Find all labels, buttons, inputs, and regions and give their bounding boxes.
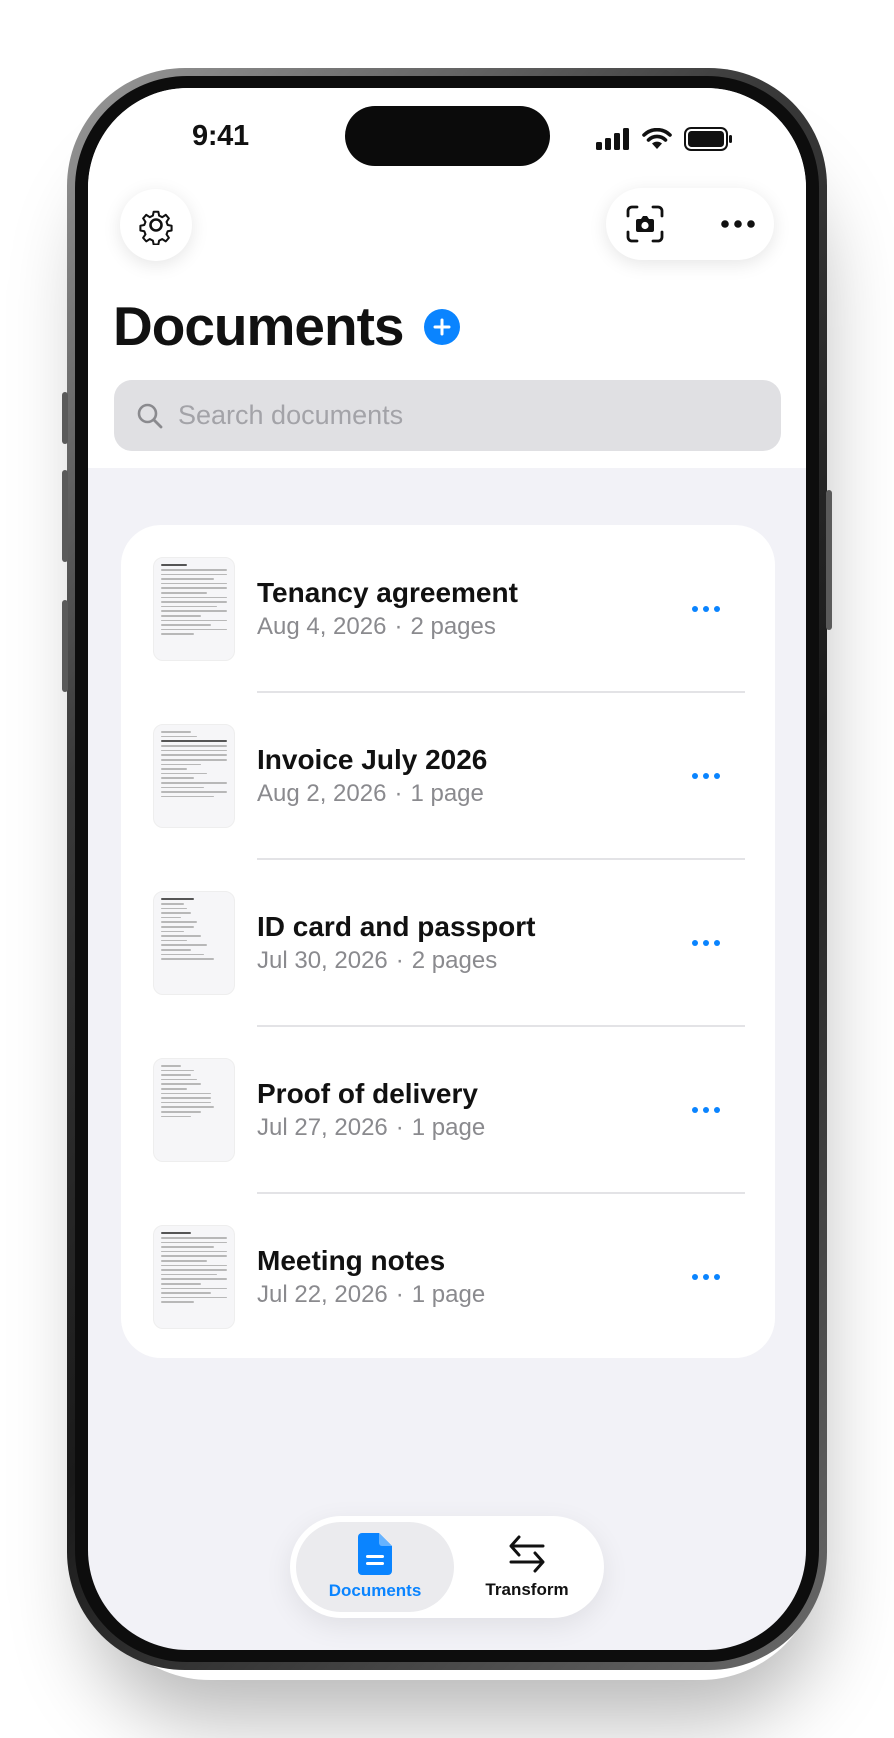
wifi-icon: [642, 128, 672, 149]
document-list: Tenancy agreement Aug 4, 2026 · 2 pages In…: [121, 525, 775, 1358]
power-button: [826, 490, 832, 630]
tab-documents-label: Documents: [328, 1581, 422, 1600]
search-placeholder: Search documents: [178, 400, 404, 430]
document-title: Invoice July 2026: [257, 744, 488, 775]
document-thumbnail: [153, 557, 235, 661]
document-thumbnail: [153, 724, 235, 828]
settings-button[interactable]: [120, 189, 192, 261]
meta-separator: ·: [395, 1114, 404, 1141]
toolbar-actions: [606, 188, 774, 260]
document-thumbnail: [153, 1225, 235, 1329]
camera-scan-icon[interactable]: [626, 205, 664, 243]
battery-icon: [684, 127, 732, 151]
tab-transform[interactable]: Transform: [456, 1522, 598, 1612]
meta-separator: ·: [394, 780, 403, 807]
arrows-left-right-icon: [509, 1535, 545, 1573]
document-title: Tenancy agreement: [257, 577, 518, 608]
document-title: Proof of delivery: [257, 1078, 478, 1109]
document-meta: Jul 30, 2026 · 2 pages: [257, 947, 497, 975]
page-title: Documents: [113, 295, 404, 357]
ellipsis-icon[interactable]: [720, 219, 756, 229]
document-more-button[interactable]: [681, 1092, 731, 1128]
document-more-button[interactable]: [681, 758, 731, 794]
document-date: Jul 27, 2026: [257, 1114, 388, 1141]
tab-documents[interactable]: Documents: [296, 1522, 454, 1612]
document-pages: 1 page: [411, 1281, 486, 1308]
plus-icon: [433, 318, 451, 336]
document-date: Jul 30, 2026: [257, 947, 388, 974]
document-meta: Jul 27, 2026 · 1 page: [257, 1114, 485, 1142]
document-meta: Aug 4, 2026 · 2 pages: [257, 613, 496, 641]
document-more-button[interactable]: [681, 1259, 731, 1295]
app-screen: 9:41 Documents Search documents Tenancy …: [88, 88, 806, 1650]
document-date: Aug 2, 2026: [257, 780, 387, 807]
dynamic-island: [345, 106, 550, 166]
document-date: Jul 22, 2026: [257, 1281, 388, 1308]
status-icons: [596, 126, 734, 152]
document-pages: 2 pages: [410, 613, 496, 640]
volume-down-button: [62, 600, 68, 692]
document-title: Meeting notes: [257, 1245, 446, 1276]
meta-separator: ·: [395, 1281, 404, 1308]
document-title: ID card and passport: [257, 911, 536, 942]
volume-up-button: [62, 470, 68, 562]
tab-bar: Documents Transform: [290, 1516, 604, 1618]
document-pages: 1 page: [410, 780, 484, 807]
search-input[interactable]: Search documents: [114, 380, 781, 451]
document-pages: 1 page: [411, 1114, 486, 1141]
document-row[interactable]: Tenancy agreement Aug 4, 2026 · 2 pages: [121, 525, 775, 693]
document-meta: Aug 2, 2026 · 1 page: [257, 780, 484, 808]
document-icon: [358, 1533, 392, 1575]
document-thumbnail: [153, 891, 235, 995]
document-row[interactable]: ID card and passport Jul 30, 2026 · 2 page…: [121, 859, 775, 1027]
status-time: 9:41: [192, 120, 249, 152]
document-pages: 2 pages: [411, 947, 498, 974]
gear-icon: [139, 210, 173, 245]
document-more-button[interactable]: [681, 925, 731, 961]
meta-separator: ·: [395, 947, 404, 974]
search-icon: [137, 403, 163, 428]
document-thumbnail: [153, 1058, 235, 1162]
document-row[interactable]: Proof of delivery Jul 27, 2026 · 1 page: [121, 1026, 775, 1194]
signal-icon: [596, 128, 629, 150]
document-row[interactable]: Meeting notes Jul 22, 2026 · 1 page: [121, 1193, 775, 1360]
meta-separator: ·: [394, 613, 403, 640]
action-button: [62, 392, 68, 444]
add-document-button[interactable]: [424, 309, 460, 345]
document-more-button[interactable]: [681, 591, 731, 627]
document-row[interactable]: Invoice July 2026 Aug 2, 2026 · 1 page: [121, 692, 775, 860]
document-meta: Jul 22, 2026 · 1 page: [257, 1281, 485, 1309]
document-date: Aug 4, 2026: [257, 613, 387, 640]
tab-transform-label: Transform: [485, 1580, 569, 1599]
